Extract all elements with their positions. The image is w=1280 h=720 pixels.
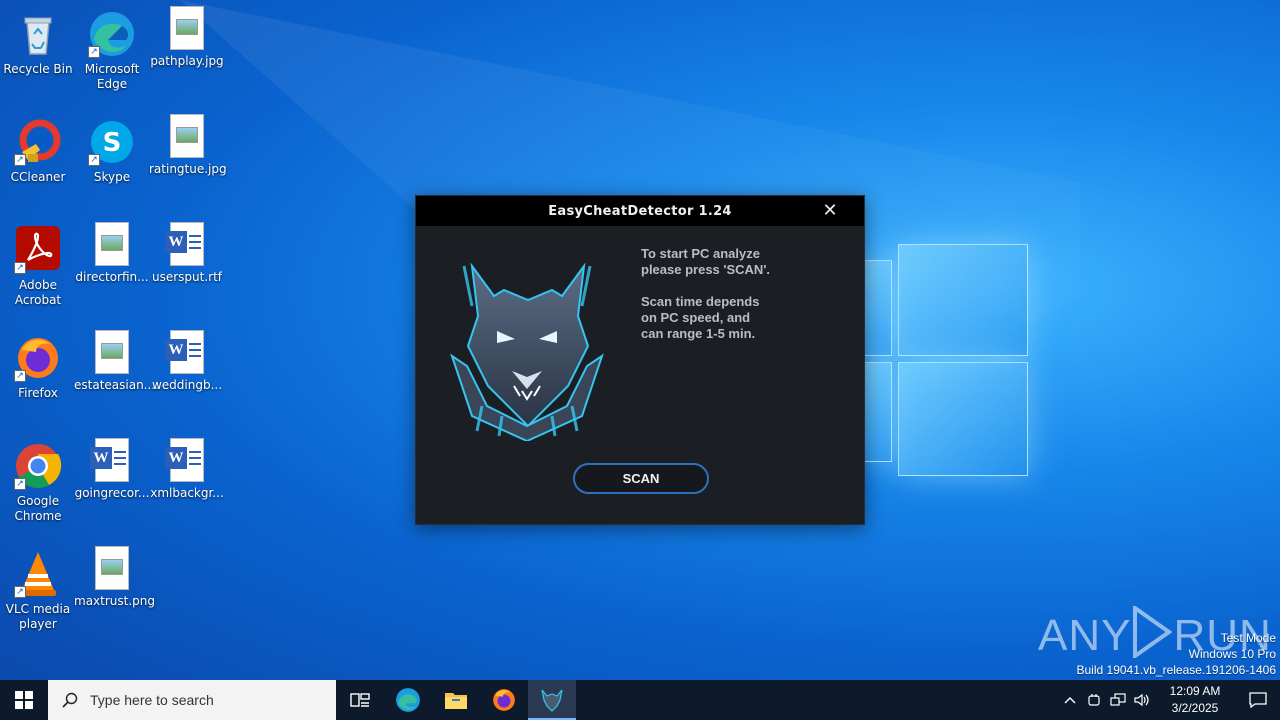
icon-label: pathplay.jpg [150, 54, 224, 68]
desktop-icon-vlc[interactable]: ↗ VLC media player [0, 544, 76, 644]
image-file-icon [95, 330, 129, 374]
recycle-bin-icon [14, 10, 62, 58]
bluetooth-device-icon[interactable] [1082, 680, 1106, 720]
test-mode-label: Test Mode [1220, 631, 1276, 645]
clock-time: 12:09 AM [1169, 684, 1221, 698]
build-label: Build 19041.vb_release.191206-1406 [1076, 663, 1277, 677]
system-tray: 12:09 AM 3/2/2025 [1058, 680, 1280, 720]
desktop-icon-directorfin[interactable]: directorfin... [74, 220, 150, 320]
desktop-icon-usersput[interactable]: W usersput.rtf [149, 220, 225, 320]
taskbar-file-explorer[interactable] [432, 680, 480, 720]
dialog-title: EasyCheatDetector 1.24 [548, 203, 732, 219]
wolf-app-icon [541, 689, 563, 712]
icon-label: Microsoft Edge [84, 62, 140, 91]
icon-label: Google Chrome [14, 494, 62, 523]
desktop-icon-firefox[interactable]: ↗ Firefox [0, 328, 76, 428]
icon-label: maxtrust.png [74, 594, 155, 608]
taskbar-search-box[interactable]: Type here to search [48, 680, 336, 720]
easycheatdetector-dialog: EasyCheatDetector 1.24 ✕ To start PC ana… [415, 195, 865, 525]
image-file-icon [95, 546, 129, 590]
firefox-icon [493, 689, 515, 711]
notification-center-button[interactable] [1236, 680, 1280, 720]
image-file-icon [170, 6, 204, 50]
clock-date: 3/2/2025 [1171, 701, 1219, 715]
desktop-icon-ccleaner[interactable]: ↗ CCleaner [0, 112, 76, 212]
desktop-icon-goingrecor[interactable]: W goingrecor... [74, 436, 150, 536]
task-view-button[interactable] [336, 680, 384, 720]
icon-label: xmlbackgr... [150, 486, 224, 500]
icon-label: directorfin... [75, 270, 149, 284]
taskbar-edge[interactable] [384, 680, 432, 720]
icon-label: ratingtue.jpg [149, 162, 227, 176]
icon-label: Firefox [18, 386, 58, 400]
icon-label: weddingb... [151, 378, 223, 392]
notification-icon [1249, 692, 1267, 708]
icon-label: goingrecor... [74, 486, 150, 500]
close-icon[interactable]: ✕ [820, 201, 840, 221]
system-info: Test Mode Windows 10 Pro Build 19041.vb_… [1077, 630, 1277, 678]
image-file-icon [95, 222, 129, 266]
volume-icon[interactable] [1130, 680, 1154, 720]
acrobat-icon: ↗ [14, 226, 62, 274]
icon-label: Recycle Bin [3, 62, 73, 76]
dialog-message: To start PC analyze please press 'SCAN'.… [641, 246, 771, 341]
icon-label: estateasian.... [74, 378, 159, 392]
windows-logo-wallpaper [860, 240, 1030, 480]
task-view-icon [350, 693, 370, 707]
network-icon[interactable] [1106, 680, 1130, 720]
icon-label: CCleaner [10, 170, 66, 184]
word-file-icon: W [165, 330, 204, 374]
vlc-icon: ↗ [14, 550, 62, 598]
taskbar-firefox[interactable] [480, 680, 528, 720]
icon-label: Skype [93, 170, 131, 184]
chrome-icon: ↗ [14, 442, 62, 490]
word-file-icon: W [165, 438, 204, 482]
chevron-up-icon[interactable] [1058, 680, 1082, 720]
word-file-icon: W [165, 222, 204, 266]
desktop-icon-xmlbackgr[interactable]: W xmlbackgr... [149, 436, 225, 536]
image-file-icon [170, 114, 204, 158]
svg-text:S: S [103, 128, 122, 158]
windows-start-icon [15, 691, 33, 709]
clock[interactable]: 12:09 AM 3/2/2025 [1154, 683, 1236, 717]
edge-icon [396, 688, 420, 712]
desktop-icon-maxtrust[interactable]: maxtrust.png [74, 544, 155, 644]
icon-label: usersput.rtf [151, 270, 223, 284]
desktop-icon-estateasian[interactable]: estateasian.... [74, 328, 159, 428]
desktop-icon-skype[interactable]: S ↗ Skype [74, 112, 150, 212]
desktop-icon-weddingb[interactable]: W weddingb... [149, 328, 225, 428]
taskbar-easycheatdetector[interactable] [528, 680, 576, 720]
desktop-icon-adobe-acrobat[interactable]: ↗ Adobe Acrobat [0, 220, 76, 320]
taskbar: Type here to search 12:09 AM 3/2/2025 [0, 680, 1280, 720]
desktop-icon-microsoft-edge[interactable]: ↗ Microsoft Edge [74, 4, 150, 104]
desktop-icon-ratingtue[interactable]: ratingtue.jpg [149, 112, 227, 212]
edge-icon: ↗ [88, 10, 136, 58]
skype-icon: S ↗ [88, 118, 136, 166]
icon-label: VLC media player [5, 602, 71, 631]
windows-edition-label: Windows 10 Pro [1188, 647, 1276, 661]
wolf-logo [442, 246, 612, 443]
firefox-icon: ↗ [14, 334, 62, 382]
icon-label: Adobe Acrobat [14, 278, 62, 307]
start-button[interactable] [0, 680, 48, 720]
word-file-icon: W [90, 438, 129, 482]
desktop-icon-google-chrome[interactable]: ↗ Google Chrome [0, 436, 76, 536]
folder-icon [445, 693, 467, 709]
desktop-icon-recycle-bin[interactable]: Recycle Bin [0, 4, 76, 104]
search-placeholder: Type here to search [90, 692, 214, 708]
dialog-titlebar[interactable]: EasyCheatDetector 1.24 ✕ [416, 196, 864, 226]
scan-button[interactable]: SCAN [573, 463, 709, 494]
ccleaner-icon: ↗ [14, 118, 62, 166]
desktop-icon-pathplay[interactable]: pathplay.jpg [149, 4, 225, 104]
search-icon [62, 692, 78, 708]
